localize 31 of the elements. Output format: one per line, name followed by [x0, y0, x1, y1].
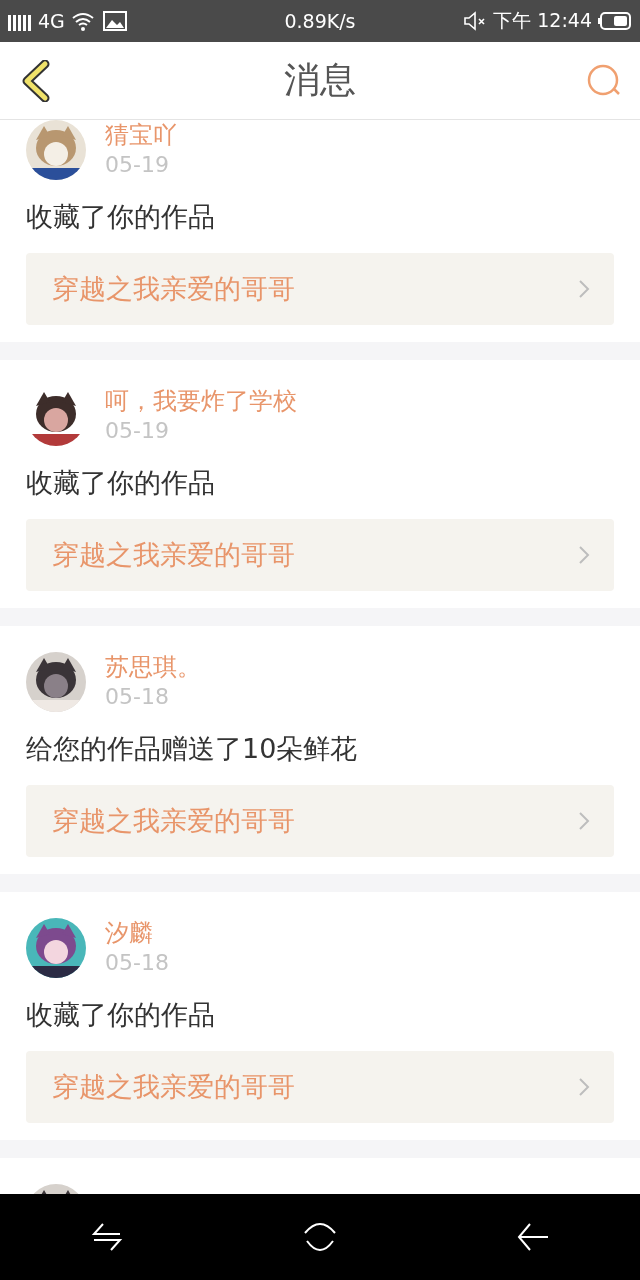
chevron-right-icon: [578, 279, 590, 299]
mute-icon: [463, 11, 488, 31]
message-text: 收藏了你的作品: [26, 998, 216, 1032]
user-name[interactable]: 苏思琪。: [105, 652, 201, 682]
message-date: 05-19: [105, 417, 169, 445]
work-link[interactable]: 穿越之我亲爱的哥哥: [26, 253, 614, 325]
message-text: 收藏了你的作品: [26, 200, 216, 234]
user-name[interactable]: 呵，我要炸了学校: [105, 386, 297, 416]
user-name[interactable]: 猜宝吖: [105, 120, 177, 150]
message-text: 给您的作品赠送了10朵鲜花: [26, 732, 359, 766]
back-arrow-icon: [516, 1221, 551, 1253]
page-title: 消息: [284, 58, 356, 102]
battery-icon: [598, 11, 632, 31]
work-link[interactable]: 穿越之我亲爱的哥哥: [26, 1051, 614, 1123]
clock: 下午 12:44: [493, 8, 592, 33]
user-name[interactable]: 汐麟: [105, 918, 153, 948]
message-text: 收藏了你的作品: [26, 466, 216, 500]
chevron-right-icon: [578, 545, 590, 565]
network-speed: 0.89K/s: [284, 10, 356, 32]
home-icon: [302, 1221, 338, 1253]
message-date: 05-18: [105, 683, 169, 711]
chevron-right-icon: [578, 1077, 590, 1097]
work-link[interactable]: 穿越之我亲爱的哥哥: [26, 519, 614, 591]
network-type: 4G: [38, 10, 65, 32]
back-icon: [21, 59, 51, 102]
switch-arrows-icon: [90, 1221, 123, 1253]
work-link[interactable]: 穿越之我亲爱的哥哥: [26, 785, 614, 857]
message-date: 05-18: [105, 949, 169, 977]
chevron-right-icon: [578, 811, 590, 831]
message-date: 05-19: [105, 151, 169, 179]
image-icon: [102, 11, 127, 31]
